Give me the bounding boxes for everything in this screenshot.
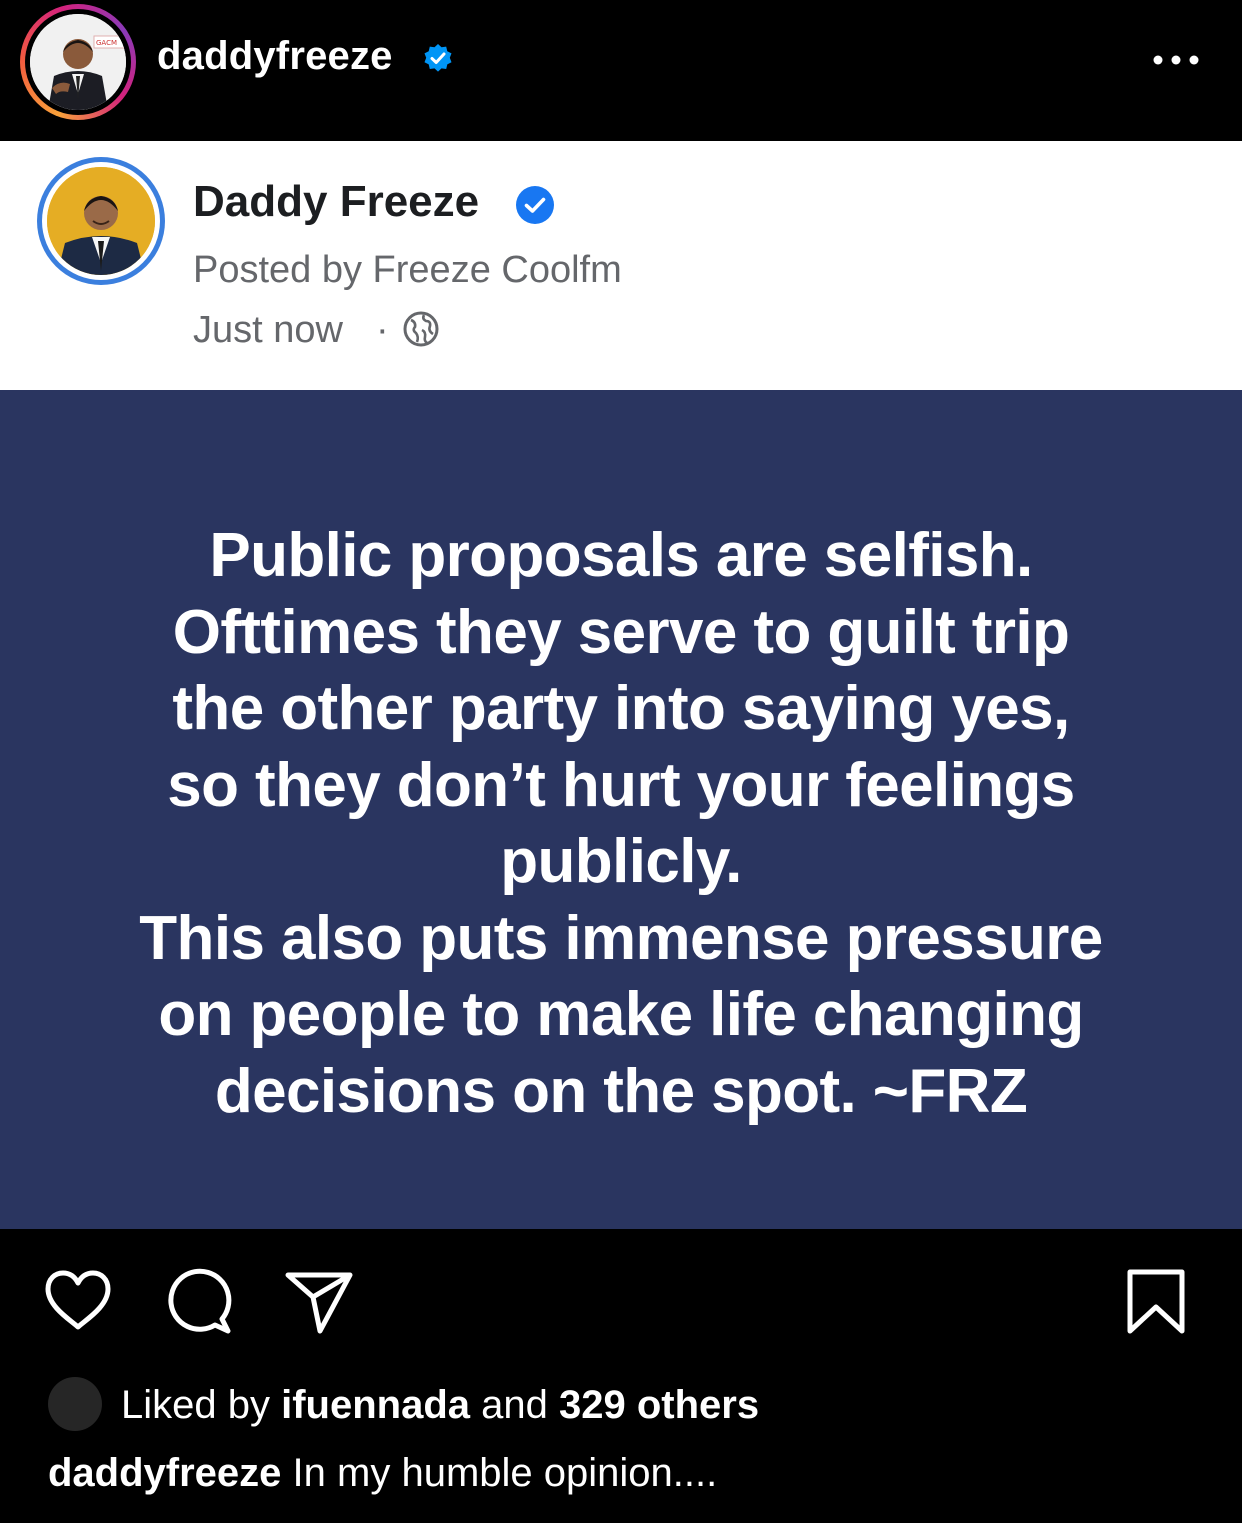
liked-by-prefix: Liked by — [121, 1383, 270, 1427]
post-header: GACM daddyfreeze — [0, 0, 1242, 140]
avatar-ring-gap: GACM — [25, 9, 131, 115]
bookmark-icon[interactable] — [1120, 1265, 1192, 1337]
posted-by: Posted by Freeze Coolfm — [193, 249, 622, 291]
quote-panel: Public proposals are selfish. Ofttimes t… — [0, 390, 1242, 1229]
fb-avatar-gap — [42, 162, 160, 280]
liker-username[interactable]: ifuennada — [281, 1383, 470, 1427]
svg-text:GACM: GACM — [96, 39, 117, 47]
profile-avatar[interactable]: GACM — [20, 4, 136, 120]
globe-icon — [403, 311, 439, 347]
time-separator: · — [376, 309, 389, 351]
caption: daddyfreeze In my humble opinion.... — [48, 1451, 717, 1496]
post-time: Just now — [193, 309, 343, 351]
fb-avatar — [37, 157, 165, 285]
username[interactable]: daddyfreeze — [157, 34, 393, 79]
more-horizontal-icon[interactable] — [1150, 50, 1202, 70]
likes-count[interactable]: 329 others — [559, 1383, 759, 1427]
fb-page-name[interactable]: Daddy Freeze — [193, 177, 479, 227]
caption-username[interactable]: daddyfreeze — [48, 1451, 281, 1495]
facebook-post-card: Daddy Freeze Posted by Freeze Coolfm Jus… — [0, 141, 1242, 390]
person-photo-icon: GACM — [30, 14, 126, 110]
caption-text: In my humble opinion.... — [292, 1451, 718, 1495]
verified-badge-icon — [424, 44, 452, 72]
heart-icon[interactable] — [42, 1265, 114, 1337]
fb-avatar-photo — [47, 167, 155, 275]
quote-text: Public proposals are selfish. Ofttimes t… — [139, 521, 1103, 1126]
avatar-photo: GACM — [30, 14, 126, 110]
comment-icon[interactable] — [164, 1265, 236, 1337]
send-icon[interactable] — [284, 1265, 356, 1337]
person-photo-icon — [47, 167, 155, 275]
post-footer: Liked by ifuennada and 329 others daddyf… — [0, 1229, 1242, 1523]
likes-text: Liked by ifuennada and 329 others — [121, 1383, 759, 1428]
liked-and: and — [481, 1383, 548, 1427]
liker-avatar — [48, 1377, 102, 1431]
verified-badge-icon — [516, 186, 554, 224]
